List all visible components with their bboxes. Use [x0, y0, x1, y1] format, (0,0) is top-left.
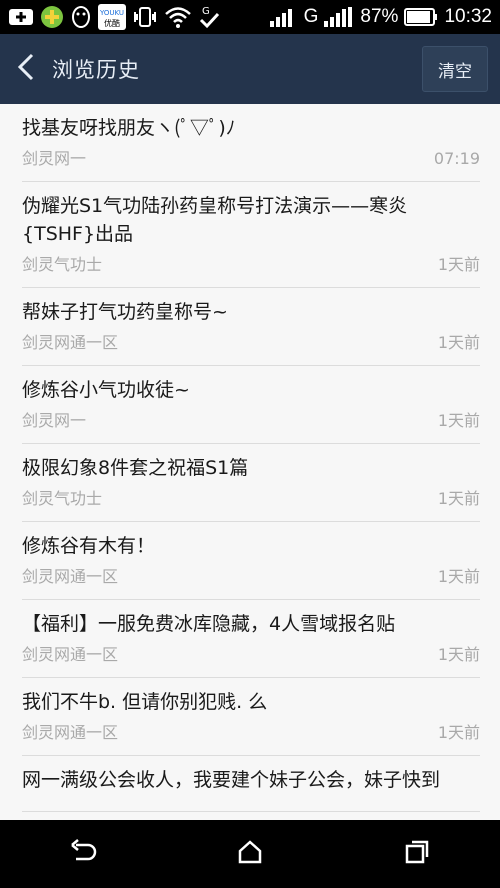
history-item-meta: 剑灵网一 07:19: [22, 142, 480, 181]
app-header: 浏览历史 清空: [0, 34, 500, 104]
history-item-source: 剑灵网通一区: [22, 567, 119, 586]
youku-icon-sub: 优酷: [104, 18, 120, 28]
chevron-left-icon: [16, 52, 36, 86]
history-item[interactable]: 修炼谷小气功收徒~ 剑灵网一 1天前: [22, 366, 480, 444]
back-arrow-icon: [68, 839, 98, 869]
status-bar-right: G 87% 10:32: [269, 5, 492, 29]
page-title: 浏览历史: [52, 58, 140, 82]
qq-penguin-icon: [70, 5, 92, 29]
recent-apps-icon: [404, 839, 430, 869]
check-download-icon: G: [198, 5, 220, 29]
history-item-meta: 剑灵网通一区 1天前: [22, 326, 480, 365]
nav-home-button[interactable]: [210, 824, 290, 884]
history-item-source: 剑灵网一: [22, 149, 87, 168]
youku-icon-text: YOUKU: [99, 9, 124, 17]
youku-app-icon: YOUKU 优酷: [98, 4, 126, 30]
clear-history-button[interactable]: 清空: [422, 46, 488, 92]
history-item-source: 剑灵气功士: [22, 255, 103, 274]
back-button[interactable]: [0, 34, 52, 104]
history-item-source: 剑灵网一: [22, 411, 87, 430]
history-item-title: 帮妹子打气功药皇称号~: [22, 301, 228, 323]
history-item-source: 剑灵网通一区: [22, 723, 119, 742]
navigation-bar: [0, 820, 500, 888]
history-item-title: 修炼谷有木有！: [22, 535, 156, 557]
svg-text:G: G: [202, 6, 210, 17]
history-item-time: 1天前: [437, 333, 480, 352]
history-item-title: 我们不牛b. 但请你别犯贱. 么: [22, 691, 268, 713]
history-item[interactable]: 网一满级公会收人，我要建个妹子公会，妹子快到: [22, 756, 480, 812]
history-item[interactable]: 伪耀光S1气功陆孙药皇称号打法演示——寒炎{TSHF}出品 剑灵气功士 1天前: [22, 182, 480, 288]
history-item-source: 剑灵网通一区: [22, 645, 119, 664]
clock: 10:32: [444, 6, 492, 27]
history-item-meta: 剑灵气功士 1天前: [22, 248, 480, 287]
history-item-time: 1天前: [437, 255, 480, 274]
nav-recent-apps-button[interactable]: [377, 824, 457, 884]
status-bar-left: YOUKU 优酷 G: [8, 4, 220, 30]
history-item-meta: 剑灵网通一区 1天前: [22, 560, 480, 599]
nav-back-button[interactable]: [43, 824, 123, 884]
history-item-time: 1天前: [437, 723, 480, 742]
history-item-time: 1天前: [437, 489, 480, 508]
history-item[interactable]: 帮妹子打气功药皇称号~ 剑灵网通一区 1天前: [22, 288, 480, 366]
history-item-meta: 剑灵网通一区 1天前: [22, 716, 480, 755]
signal-icon: [269, 5, 298, 29]
signal-2-icon: [324, 5, 354, 29]
history-item-meta: 剑灵网通一区 1天前: [22, 638, 480, 677]
history-item[interactable]: 修炼谷有木有！ 剑灵网通一区 1天前: [22, 522, 480, 600]
history-item-time: 1天前: [437, 411, 480, 430]
history-item-time: 07:19: [433, 149, 480, 168]
history-item[interactable]: 【福利】一服免费冰库隐藏，4人雪域报名贴 剑灵网通一区 1天前: [22, 600, 480, 678]
history-item-time: 1天前: [437, 645, 480, 664]
history-item-source: 剑灵气功士: [22, 489, 103, 508]
history-item-title: 极限幻象8件套之祝福S1篇: [22, 457, 249, 479]
history-item-meta: 剑灵气功士 1天前: [22, 482, 480, 521]
wifi-icon: [164, 5, 192, 29]
network-type-label: G: [303, 6, 319, 27]
status-bar: YOUKU 优酷 G G 87% 10:32: [0, 0, 500, 34]
history-list: 找基友呀找朋友ヽ(ﾟ▽ﾟ)ﾉ 剑灵网一 07:19 伪耀光S1气功陆孙药皇称号打…: [0, 104, 500, 820]
history-item-source: 剑灵网通一区: [22, 333, 119, 352]
history-item-meta: 剑灵网一 1天前: [22, 404, 480, 443]
history-item-title: 网一满级公会收人，我要建个妹子公会，妹子快到: [22, 769, 441, 791]
battery-icon: [404, 5, 438, 29]
battery-percent: 87%: [360, 6, 399, 27]
history-item-title: 【福利】一服免费冰库隐藏，4人雪域报名贴: [22, 613, 396, 635]
home-icon: [237, 839, 263, 869]
history-item[interactable]: 我们不牛b. 但请你别犯贱. 么 剑灵网通一区 1天前: [22, 678, 480, 756]
plus-app-icon: [40, 5, 64, 29]
history-item-time: 1天前: [437, 567, 480, 586]
history-item-title: 修炼谷小气功收徒~: [22, 379, 190, 401]
history-item-meta: [22, 794, 480, 811]
history-item[interactable]: 找基友呀找朋友ヽ(ﾟ▽ﾟ)ﾉ 剑灵网一 07:19: [22, 104, 480, 182]
vibrate-icon: [132, 5, 158, 29]
usb-plus-icon: [8, 5, 34, 29]
history-item-title: 找基友呀找朋友ヽ(ﾟ▽ﾟ)ﾉ: [22, 117, 236, 139]
history-item[interactable]: 极限幻象8件套之祝福S1篇 剑灵气功士 1天前: [22, 444, 480, 522]
history-item-title: 伪耀光S1气功陆孙药皇称号打法演示——寒炎{TSHF}出品: [22, 195, 408, 245]
